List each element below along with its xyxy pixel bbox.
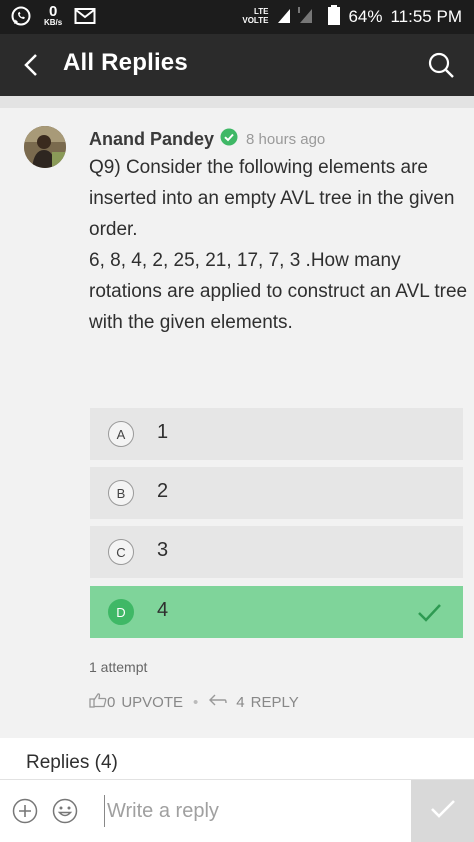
avatar[interactable] <box>24 126 66 168</box>
option-c[interactable]: C 3 <box>90 526 463 578</box>
upvote-count[interactable]: 0 <box>107 694 115 711</box>
battery-icon <box>328 4 341 30</box>
upvote-button[interactable]: UPVOTE <box>121 694 183 711</box>
whatsapp-icon <box>10 5 32 27</box>
status-left: 0 KB/s <box>10 4 96 27</box>
option-letter: D <box>108 599 134 625</box>
emoji-icon[interactable] <box>52 798 78 824</box>
clock: 11:55 PM <box>390 7 462 26</box>
check-icon <box>429 797 457 826</box>
reply-composer <box>0 780 474 842</box>
reply-button[interactable]: REPLY <box>251 694 299 711</box>
question-text: Q9) Consider the following elements are … <box>89 152 469 338</box>
gmail-icon <box>74 5 96 27</box>
signal-icon <box>276 5 320 30</box>
volte-indicator: LTE VOLTE <box>242 7 269 25</box>
add-attachment-icon[interactable] <box>12 798 38 824</box>
option-letter: C <box>108 539 134 565</box>
option-letter: A <box>108 421 134 447</box>
option-value: 1 <box>157 421 169 443</box>
option-a[interactable]: A 1 <box>90 408 463 460</box>
status-bar: 0 KB/s LTE VOLTE 64% 11:55 PM <box>0 0 474 34</box>
question-line: Q9) Consider the following elements are … <box>89 157 455 240</box>
reply-input[interactable] <box>104 795 407 827</box>
attempt-count: 1 attempt <box>89 659 148 675</box>
author-line: Anand Pandey 8 hours ago <box>89 128 325 151</box>
status-right: LTE VOLTE 64% 11:55 PM <box>242 0 462 34</box>
chevron-left-icon[interactable] <box>18 51 46 79</box>
battery-percent: 64% <box>348 7 383 26</box>
replies-title: Replies (4) <box>26 752 118 773</box>
app-bar: All Replies <box>0 34 474 96</box>
reply-count[interactable]: 4 <box>236 694 244 711</box>
separator-dot: • <box>193 693 199 711</box>
verified-check-icon <box>220 128 238 151</box>
page-title: All Replies <box>63 49 188 76</box>
send-button[interactable] <box>411 780 474 842</box>
search-icon[interactable] <box>426 50 456 80</box>
post-actions: 0 UPVOTE • 4 REPLY <box>89 692 299 712</box>
post-time: 8 hours ago <box>246 131 326 148</box>
option-value: 3 <box>157 539 169 561</box>
option-d[interactable]: D 4 <box>90 586 463 638</box>
question-line: 6, 8, 4, 2, 25, 21, 17, 7, 3 .How many r… <box>89 250 468 333</box>
option-value: 2 <box>157 480 169 502</box>
author-name[interactable]: Anand Pandey <box>89 129 214 150</box>
replies-header: Replies (4) <box>0 738 474 780</box>
divider <box>0 96 474 108</box>
network-speed: 0 KB/s <box>44 3 63 27</box>
option-value: 4 <box>157 599 169 621</box>
post-card: Anand Pandey 8 hours ago Q9) Consider th… <box>0 108 474 738</box>
check-icon <box>415 598 443 626</box>
option-b[interactable]: B 2 <box>90 467 463 519</box>
thumbs-up-icon[interactable] <box>89 692 107 712</box>
option-letter: B <box>108 480 134 506</box>
reply-arrow-icon[interactable] <box>208 693 228 711</box>
